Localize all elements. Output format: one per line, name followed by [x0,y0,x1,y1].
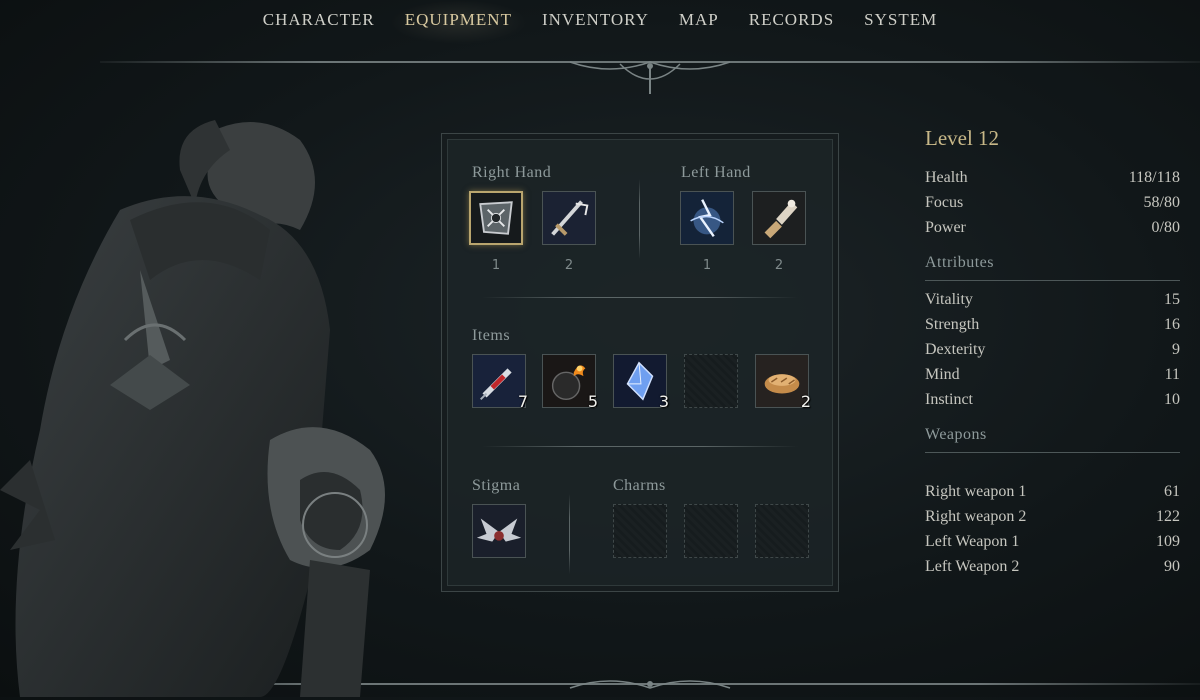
left-hand-slot-2[interactable] [752,191,806,245]
stat-name: Power [925,219,966,236]
weapon-value: 90 [1164,558,1180,575]
stat-row-health: Health 118/118 [925,165,1180,190]
tab-system[interactable]: SYSTEM [849,0,952,44]
stat-value: 58/80 [1143,194,1180,211]
tab-inventory[interactable]: INVENTORY [527,0,664,44]
bottom-ornament-icon [569,680,731,689]
tab-records[interactable]: RECORDS [734,0,849,44]
attr-name: Mind [925,366,960,383]
attr-name: Instinct [925,391,973,408]
item-slot-5[interactable]: 2 [755,354,811,411]
item-slot-3[interactable]: 3 [613,354,669,411]
gauntlet-icon [753,192,805,244]
attr-row-dexterity: Dexterity 9 [925,337,1180,362]
weapons-heading: Weapons [925,426,1180,453]
weapon-value: 109 [1156,533,1180,550]
equipment-panel: Right Hand Left Hand 1 2 1 2 Items 7 5 3… [441,133,839,592]
tab-map[interactable]: MAP [664,0,734,44]
items-label: Items [472,327,511,344]
attr-value: 16 [1164,316,1180,333]
weapon-name: Right weapon 2 [925,508,1027,525]
item-slot-5-count: 2 [800,392,811,411]
attr-name: Dexterity [925,341,986,358]
charm-slot-3[interactable] [755,504,809,558]
item-slot-2[interactable]: 5 [542,354,598,411]
right-hand-label: Right Hand [472,164,552,181]
right-hand-slot-2-number: 2 [564,258,574,273]
right-hand-slot-1[interactable] [469,191,523,245]
weapon-row-left-2: Left Weapon 2 90 [925,554,1180,579]
attr-value: 10 [1164,391,1180,408]
weapon-name: Left Weapon 2 [925,558,1020,575]
stat-row-power: Power 0/80 [925,215,1180,240]
attr-name: Strength [925,316,980,333]
winged-stigma-icon [473,505,525,557]
attr-value: 15 [1164,291,1180,308]
attr-row-mind: Mind 11 [925,362,1180,387]
stat-name: Health [925,169,968,186]
item-slot-4[interactable] [684,354,738,408]
attributes-heading: Attributes [925,254,1180,281]
attr-value: 9 [1172,341,1180,358]
item-slot-3-count: 3 [658,392,669,411]
attr-row-strength: Strength 16 [925,312,1180,337]
stat-row-focus: Focus 58/80 [925,190,1180,215]
item-slot-1-count: 7 [517,392,528,411]
right-hand-slot-1-number: 1 [491,258,501,273]
stigma-slot[interactable] [472,504,526,558]
spiked-shield-icon [471,193,521,243]
tab-equipment[interactable]: EQUIPMENT [389,0,527,44]
weapon-row-right-1: Right weapon 1 61 [925,479,1180,504]
left-hand-slot-1-number: 1 [702,258,712,273]
level-label: Level 12 [925,126,1000,150]
hand-divider [639,179,640,259]
weapon-row-left-1: Left Weapon 1 109 [925,529,1180,554]
stat-name: Focus [925,194,964,211]
character-portrait [0,120,385,697]
charms-label: Charms [613,477,666,494]
weapon-value: 61 [1164,483,1180,500]
attr-name: Vitality [925,291,973,308]
attr-row-instinct: Instinct 10 [925,387,1180,412]
attr-row-vitality: Vitality 15 [925,287,1180,312]
stigma-label: Stigma [472,477,521,494]
item-slot-1[interactable]: 7 [472,354,528,411]
top-ornament-icon [569,61,731,94]
left-hand-label: Left Hand [681,164,751,181]
weapon-name: Left Weapon 1 [925,533,1020,550]
top-nav: CHARACTER EQUIPMENT INVENTORY MAP RECORD… [0,0,1200,44]
left-hand-slot-2-number: 2 [774,258,784,273]
left-hand-slot-1[interactable] [680,191,734,245]
right-hand-slot-2[interactable] [542,191,596,245]
weapon-name: Right weapon 1 [925,483,1027,500]
tab-character[interactable]: CHARACTER [248,0,390,44]
item-slot-2-count: 5 [587,392,598,411]
charm-slot-1[interactable] [613,504,667,558]
stats-panel: Level 12 Health 118/118 Focus 58/80 Power 0… [925,120,1180,579]
lightning-spell-icon [681,192,733,244]
attr-value: 11 [1164,366,1180,383]
sword-icon [543,192,595,244]
stat-value: 0/80 [1151,219,1180,236]
stigma-divider [569,494,570,574]
section-divider-2 [482,446,798,447]
charm-slot-2[interactable] [684,504,738,558]
weapon-row-right-2: Right weapon 2 122 [925,504,1180,529]
weapon-value: 122 [1156,508,1180,525]
stat-value: 118/118 [1128,169,1180,186]
section-divider-1 [482,297,798,298]
